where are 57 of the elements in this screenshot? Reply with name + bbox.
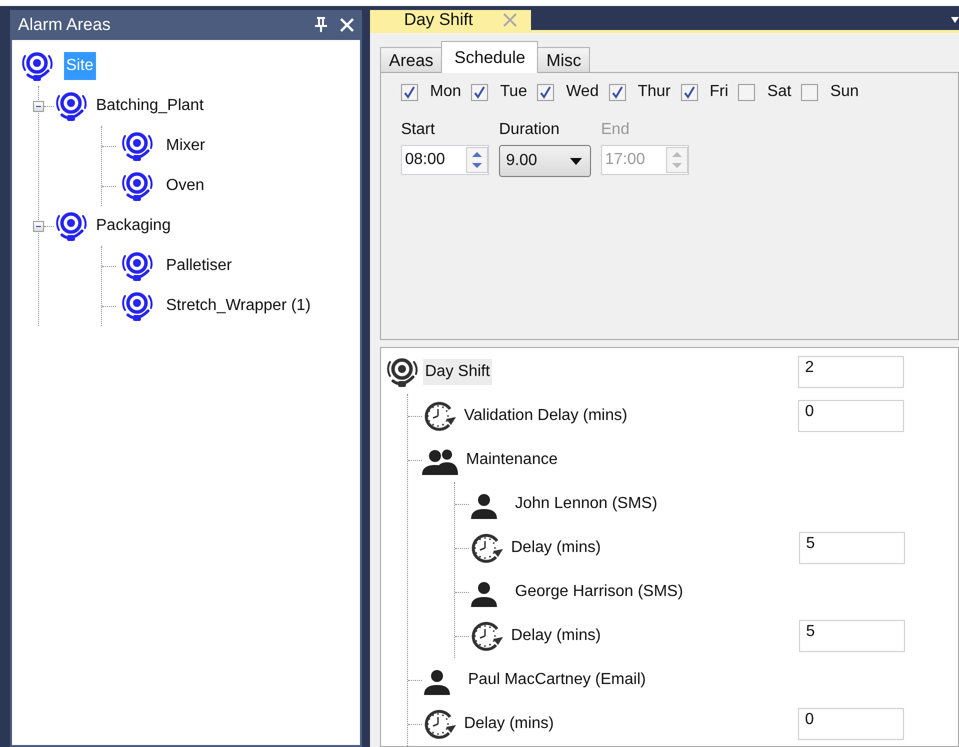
clock-icon bbox=[422, 399, 458, 433]
tree-item[interactable]: George Harrison (SMS) bbox=[513, 579, 686, 605]
checkbox-label: Sat bbox=[767, 83, 792, 101]
number-field[interactable]: 5 bbox=[799, 532, 905, 564]
caret-icon bbox=[570, 158, 582, 164]
checkbox[interactable] bbox=[608, 84, 626, 100]
tree-item[interactable]: Delay (mins) bbox=[509, 535, 603, 561]
number-field[interactable]: 0 bbox=[798, 400, 904, 432]
checkbox[interactable] bbox=[471, 84, 488, 100]
number-field[interactable]: 2 bbox=[798, 356, 904, 388]
checkbox-label: Sun bbox=[830, 83, 859, 101]
tree-item[interactable]: Delay (mins) bbox=[462, 711, 556, 737]
document-tab-title: Day Shift bbox=[404, 10, 473, 30]
tree-item[interactable]: Maintenance bbox=[464, 447, 560, 473]
pin-icon[interactable] bbox=[314, 17, 328, 33]
tab[interactable]: Schedule bbox=[441, 41, 538, 73]
tree-item[interactable]: Palletiser bbox=[164, 252, 234, 280]
spinner-arrows-icon bbox=[666, 147, 688, 173]
checkbox-label: Mon bbox=[430, 83, 462, 101]
tree-item[interactable]: Packaging bbox=[94, 212, 173, 240]
collapse-toggle[interactable] bbox=[33, 100, 44, 112]
field-label: Duration bbox=[499, 121, 560, 139]
checkbox-label: Wed bbox=[566, 83, 599, 101]
checkbox[interactable] bbox=[401, 84, 418, 100]
tree-item[interactable]: Batching_Plant bbox=[94, 92, 206, 120]
tree-item[interactable]: Day Shift bbox=[423, 359, 492, 385]
tab[interactable]: Misc bbox=[537, 47, 590, 73]
field-label: End bbox=[601, 121, 630, 139]
document-tab[interactable]: Day Shift bbox=[370, 10, 531, 30]
number-field[interactable]: 0 bbox=[798, 708, 904, 740]
tab[interactable]: Areas bbox=[380, 47, 442, 73]
tree-item[interactable]: Paul MacCartney (Email) bbox=[466, 667, 648, 693]
checkbox[interactable] bbox=[680, 84, 698, 100]
checkbox-label: Tue bbox=[500, 83, 528, 101]
tree-item[interactable]: Stretch_Wrapper (1) bbox=[164, 292, 313, 320]
time-spinner: 17:00 bbox=[601, 145, 689, 175]
field-label: Start bbox=[401, 121, 436, 139]
tree-item[interactable]: Oven bbox=[164, 172, 206, 200]
clock-icon bbox=[422, 707, 458, 741]
clock-icon bbox=[469, 619, 505, 653]
clock-icon bbox=[469, 531, 505, 565]
checkbox-label: Thur bbox=[638, 83, 671, 101]
panel-title: Alarm Areas bbox=[18, 15, 112, 35]
dropdown-arrow-icon[interactable] bbox=[951, 17, 959, 23]
checkbox-label: Fri bbox=[710, 83, 728, 101]
collapse-toggle[interactable] bbox=[33, 220, 44, 232]
tree-item[interactable]: Validation Delay (mins) bbox=[462, 403, 630, 429]
tree-item[interactable]: John Lennon (SMS) bbox=[513, 491, 660, 517]
number-field[interactable]: 5 bbox=[799, 620, 905, 652]
duration-dropdown[interactable]: 9.00 bbox=[499, 145, 591, 177]
checkbox[interactable] bbox=[537, 84, 554, 100]
tree-item[interactable]: Mixer bbox=[164, 132, 208, 160]
spinner-arrows-icon bbox=[466, 147, 488, 173]
time-spinner[interactable]: 08:00 bbox=[401, 145, 489, 175]
checkbox[interactable] bbox=[738, 84, 756, 100]
checkbox[interactable] bbox=[801, 84, 818, 100]
tree-item[interactable]: Delay (mins) bbox=[509, 623, 603, 649]
